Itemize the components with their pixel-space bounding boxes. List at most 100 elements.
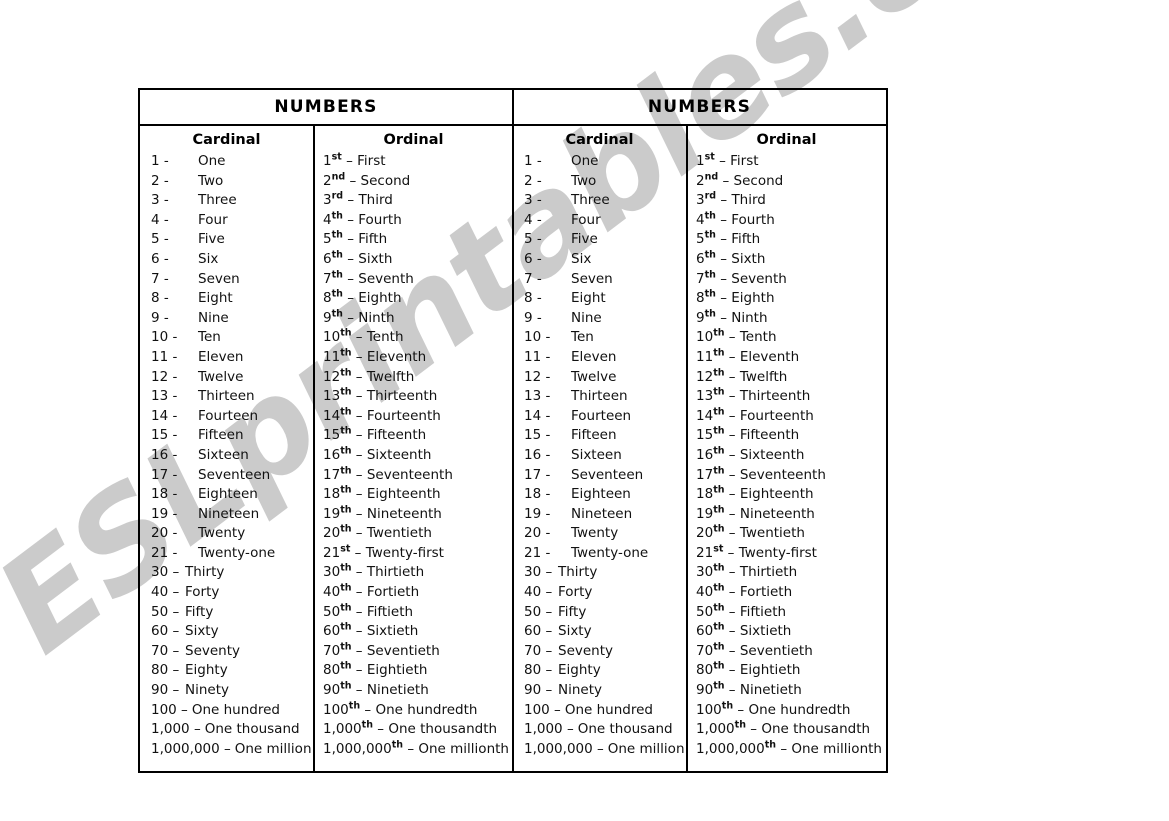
table-row: 17th – Seventeenth: [323, 466, 512, 486]
ordinal-number: 100: [696, 701, 722, 718]
cardinal-number: 60 –: [151, 623, 180, 640]
table-row: 8 - Eight: [151, 289, 313, 309]
ordinal-number: 17: [323, 466, 341, 483]
ordinal-separator: –: [724, 603, 740, 620]
ordinal-separator: –: [351, 466, 367, 483]
table-row: 60 – Sixty: [151, 622, 313, 642]
table-row: 70 – Seventy: [524, 642, 686, 662]
ordinal-suffix: th: [331, 269, 343, 281]
cardinal-word: Sixteen: [198, 446, 249, 463]
cardinal-column: Cardinal 1 - One 2 - Two 3 - Three 4 - Four 5 - F…: [513, 126, 688, 771]
table-row: 11 - Eleven: [151, 348, 313, 368]
ordinal-word: Nineteenth: [366, 505, 442, 522]
table-row: 12th – Twelfth: [696, 368, 885, 388]
ordinal-separator: –: [715, 211, 732, 228]
cardinal-word: Nineteen: [198, 505, 260, 522]
ordinal-suffix: th: [713, 680, 725, 692]
cardinal-number: 1 -: [151, 153, 169, 169]
table-row: 7 - Seven: [524, 270, 686, 290]
ordinal-separator: –: [724, 564, 740, 581]
table-row: 13th – Thirteenth: [323, 387, 512, 407]
cardinal-number: 16 -: [151, 446, 178, 463]
ordinal-suffix: th: [331, 288, 343, 300]
table-row: 4th – Fourth: [323, 211, 512, 231]
ordinal-suffix: th: [721, 700, 734, 712]
table-row: 1st – First: [696, 152, 885, 172]
table-row: 21 - Twenty-one: [151, 544, 313, 564]
cardinal-word: Twenty: [571, 525, 619, 542]
ordinal-suffix: th: [340, 680, 352, 692]
ordinal-separator: –: [403, 740, 419, 757]
cardinal-word: Fifteen: [198, 427, 244, 444]
cardinal-number: 17 -: [151, 466, 178, 483]
ordinal-number: 1,000,000: [696, 740, 765, 757]
table-row: 100th – One hundredth: [323, 701, 512, 721]
table-row: 70 – Seventy: [151, 642, 313, 662]
ordinal-word: Fiftieth: [739, 603, 787, 620]
table-row: 13 - Thirteen: [151, 387, 313, 407]
cardinal-number: 10 -: [151, 329, 178, 346]
ordinal-separator: –: [776, 740, 792, 757]
cardinal-number: 1 -: [524, 153, 542, 169]
ordinal-separator: –: [350, 544, 366, 561]
ordinal-word: Ninth: [731, 309, 768, 326]
ordinal-suffix: th: [734, 719, 746, 731]
ordinal-number: 7: [696, 270, 705, 287]
table-row: 3 - Three: [151, 191, 313, 211]
cardinal-word: Sixty: [558, 623, 592, 640]
table-row: 60th – Sixtieth: [696, 622, 885, 642]
ordinal-number: 9: [323, 309, 332, 326]
cardinal-number: 90 –: [151, 682, 180, 699]
cardinal-word: Seven: [571, 270, 613, 287]
table-row: 1,000,000th – One millionth: [323, 740, 512, 760]
ordinal-number: 40: [323, 584, 341, 601]
ordinal-word: Ninetieth: [739, 682, 802, 699]
ordinal-number: 12: [323, 368, 341, 385]
ordinal-word: Twelfth: [366, 368, 415, 385]
cardinal-number: 4 -: [524, 211, 542, 228]
cardinal-word: Five: [198, 231, 225, 248]
ordinal-separator: –: [715, 270, 732, 287]
ordinal-separator: –: [351, 446, 367, 463]
ordinal-number: 15: [323, 427, 341, 444]
table-row: 10 - Ten: [151, 328, 313, 348]
ordinal-suffix: th: [331, 308, 343, 320]
ordinal-number: 9: [696, 309, 705, 326]
ordinal-suffix: th: [391, 739, 404, 751]
ordinal-number: 18: [323, 486, 341, 503]
table-row: 16 - Sixteen: [524, 446, 686, 466]
ordinal-word: Seventh: [731, 270, 787, 287]
table-row: 14th – Fourteenth: [696, 407, 885, 427]
table-row: 3 - Three: [524, 191, 686, 211]
ordinal-separator: –: [351, 505, 367, 522]
ordinal-suffix: th: [704, 210, 716, 222]
ordinal-word: First: [357, 153, 386, 169]
cardinal-number: 40 –: [151, 584, 180, 601]
ordinal-separator: –: [351, 584, 367, 601]
cardinal-word: One thousand: [204, 721, 300, 738]
table-row: 6 - Six: [524, 250, 686, 270]
table-row: 15th – Fifteenth: [696, 426, 885, 446]
ordinal-word: Thirteenth: [366, 388, 438, 405]
cardinal-number: 3 -: [524, 192, 542, 209]
ordinal-number: 40: [696, 584, 714, 601]
cardinal-word: Forty: [558, 584, 593, 601]
cardinal-word: Fourteen: [198, 407, 259, 424]
ordinal-word: Eighteenth: [739, 486, 814, 503]
ordinal-separator: –: [724, 329, 740, 346]
ordinal-suffix: th: [340, 347, 352, 359]
table-row: 2nd – Second: [696, 172, 885, 192]
ordinal-separator: –: [724, 427, 740, 444]
ordinal-suffix: nd: [704, 171, 719, 183]
ordinal-word: Fifteenth: [366, 427, 427, 444]
ordinal-number: 1: [323, 153, 332, 169]
ordinal-word: Thirteenth: [739, 388, 811, 405]
table-row: 12th – Twelfth: [323, 368, 512, 388]
ordinal-separator: –: [724, 388, 740, 405]
ordinal-word: Twenty-first: [738, 544, 817, 561]
table-row: 11th – Eleventh: [323, 348, 512, 368]
ordinal-suffix: th: [713, 425, 725, 437]
ordinal-suffix: th: [340, 327, 352, 339]
ordinal-word: Tenth: [366, 329, 404, 346]
ordinal-separator: –: [715, 231, 732, 248]
